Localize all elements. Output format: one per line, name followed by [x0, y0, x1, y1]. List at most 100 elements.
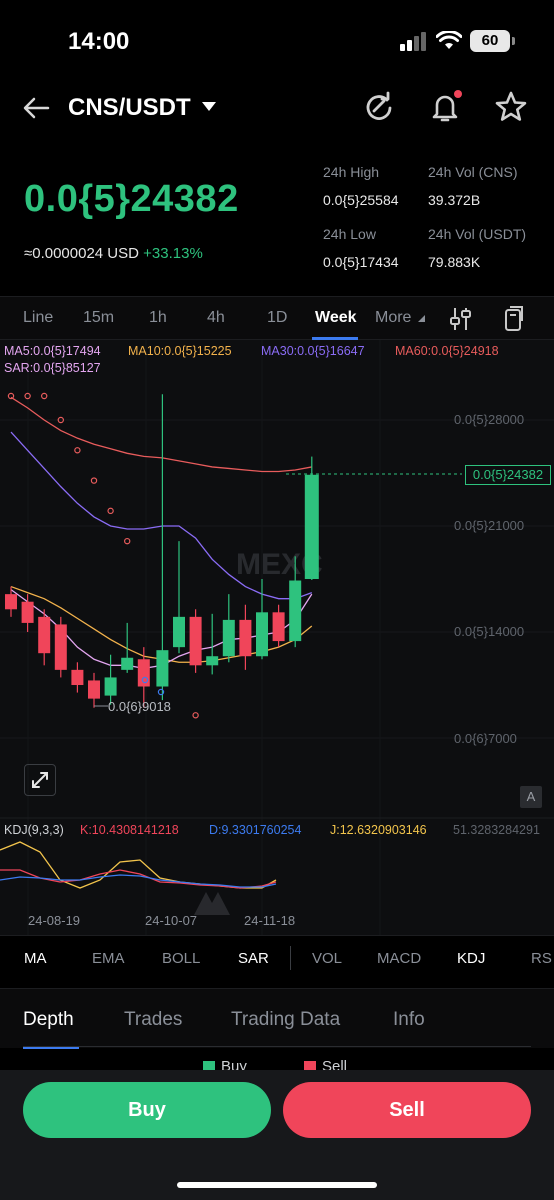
candle-body — [88, 680, 100, 699]
indicator-settings-icon[interactable] — [449, 306, 473, 332]
interval-week[interactable]: Week — [315, 309, 357, 327]
interval-line[interactable]: Line — [23, 309, 53, 327]
indicator-vol[interactable]: VOL — [312, 950, 342, 967]
high-value: 0.0{5}25584 — [323, 192, 399, 208]
candle-body — [173, 616, 185, 648]
indicator-ma[interactable]: MA — [24, 950, 47, 967]
candle-body — [54, 624, 67, 670]
price-block: 0.0{5}24382 — [24, 178, 239, 221]
date-label: 24-08-19 — [28, 913, 81, 928]
kdj-label: KDJ(9,3,3) — [4, 823, 64, 837]
indicator-sar[interactable]: SAR — [238, 950, 269, 967]
high-label: 24h High — [323, 164, 380, 180]
tab-trades[interactable]: Trades — [124, 1009, 182, 1031]
indicator-kdj[interactable]: KDJ — [457, 950, 485, 967]
sar-dot — [74, 447, 81, 454]
usd-price-line: ≈0.0000024 USD +33.13% — [24, 245, 203, 262]
home-indicator — [177, 1182, 377, 1188]
kdj-d-value: D:9.3301760254 — [209, 823, 302, 837]
interval-15m[interactable]: 15m — [83, 309, 114, 327]
kdj-k-value: K:10.4308141218 — [80, 823, 179, 837]
caret-icon — [417, 315, 425, 322]
indicator-bar: MA EMA BOLL SAR VOL MACD KDJ RS — [0, 935, 554, 981]
candle-body — [272, 612, 285, 642]
tab-info[interactable]: Info — [393, 1009, 425, 1031]
last-price: 0.0{5}24382 — [24, 178, 239, 220]
detail-tabs: Depth Trades Trading Data Info — [0, 988, 554, 1049]
mexc-watermark: MEXC — [194, 548, 323, 915]
price-change: +33.13% — [143, 245, 203, 262]
sar-legend: SAR:0.0{5}85127 — [4, 361, 101, 375]
kdj-d-line — [0, 874, 277, 888]
expand-icon — [32, 772, 48, 788]
bell-icon[interactable] — [428, 90, 462, 124]
back-arrow-icon[interactable] — [20, 92, 52, 124]
status-time: 14:00 — [68, 28, 130, 55]
low-label: 24h Low — [323, 226, 376, 242]
ma5-legend: MA5:0.0{5}17494 — [4, 344, 101, 358]
tab-depth[interactable]: Depth — [23, 1009, 74, 1031]
chevron-down-icon[interactable] — [202, 102, 216, 111]
star-icon[interactable] — [494, 90, 528, 124]
battery-icon: 60 — [470, 30, 515, 52]
sar-dot — [90, 477, 98, 484]
price-axis-label: 0.0{6}7000 — [454, 731, 517, 746]
status-bar: 14:00 60 — [0, 0, 554, 80]
candle-body — [121, 657, 134, 670]
date-label: 24-10-07 — [145, 913, 198, 928]
kdj-k-line — [0, 869, 277, 889]
landscape-icon[interactable] — [501, 306, 525, 332]
indicator-macd[interactable]: MACD — [377, 950, 421, 967]
tab-trading-data[interactable]: Trading Data — [231, 1009, 340, 1031]
candle-body — [104, 677, 117, 696]
usd-price: ≈0.0000024 USD — [24, 245, 139, 262]
indicator-boll[interactable]: BOLL — [162, 950, 200, 967]
sar-dot — [41, 392, 48, 400]
current-price-tag: 0.0{5}24382 — [465, 465, 551, 485]
interval-more-label: More — [375, 309, 412, 326]
candle-body — [21, 601, 34, 623]
interval-more[interactable]: More — [375, 309, 426, 327]
kdj-j-line — [0, 841, 277, 889]
interval-bar: Line 15m 1h 4h 1D Week More — [0, 296, 554, 340]
kdj-j-value: J:12.6320903146 — [330, 823, 427, 837]
candle-body — [206, 656, 219, 666]
vol-usdt-value: 79.883K — [428, 254, 481, 270]
nav-bar: CNS/USDT — [0, 80, 554, 136]
vol-cns-label: 24h Vol (CNS) — [428, 164, 518, 180]
vol-cns-value: 39.372B — [428, 192, 481, 208]
price-axis-label: 0.0{5}14000 — [454, 624, 525, 639]
price-axis-label: 0.0{5}28000 — [454, 412, 525, 427]
kdj-lines — [0, 841, 277, 889]
sar-dots — [7, 392, 199, 719]
kdj-max-value: 51.3283284291 — [453, 823, 540, 837]
interval-1h[interactable]: 1h — [149, 309, 167, 327]
date-label: 24-11-18 — [244, 913, 296, 928]
vol-usdt-label: 24h Vol (USDT) — [428, 226, 527, 242]
candle-body — [38, 616, 51, 654]
buy-button[interactable]: Buy — [23, 1082, 271, 1138]
sar-dot — [123, 537, 131, 545]
interval-1d[interactable]: 1D — [267, 309, 287, 327]
sar-dot — [192, 712, 199, 719]
candle-body — [222, 619, 235, 657]
indicator-rsi[interactable]: RS — [531, 950, 552, 967]
ma10-legend: MA10:0.0{5}15225 — [128, 344, 232, 358]
candle-body — [5, 594, 17, 610]
refresh-icon[interactable] — [362, 90, 396, 124]
interval-4h[interactable]: 4h — [207, 309, 225, 327]
candle-body — [189, 616, 202, 666]
indicator-separator — [290, 946, 291, 970]
indicator-ema[interactable]: EMA — [92, 950, 125, 967]
candle-body — [239, 619, 252, 657]
auto-scale-button[interactable]: A — [520, 786, 542, 808]
sell-button[interactable]: Sell — [283, 1082, 531, 1138]
candle-body — [256, 612, 268, 657]
sar-dot — [107, 507, 114, 515]
low-value: 0.0{5}17434 — [323, 254, 399, 270]
candle-body — [156, 650, 169, 687]
ma30-legend: MA30:0.0{5}16647 — [261, 344, 365, 358]
pair-title[interactable]: CNS/USDT — [68, 94, 191, 122]
expand-chart-button[interactable] — [24, 764, 56, 796]
wifi-icon — [436, 31, 462, 49]
